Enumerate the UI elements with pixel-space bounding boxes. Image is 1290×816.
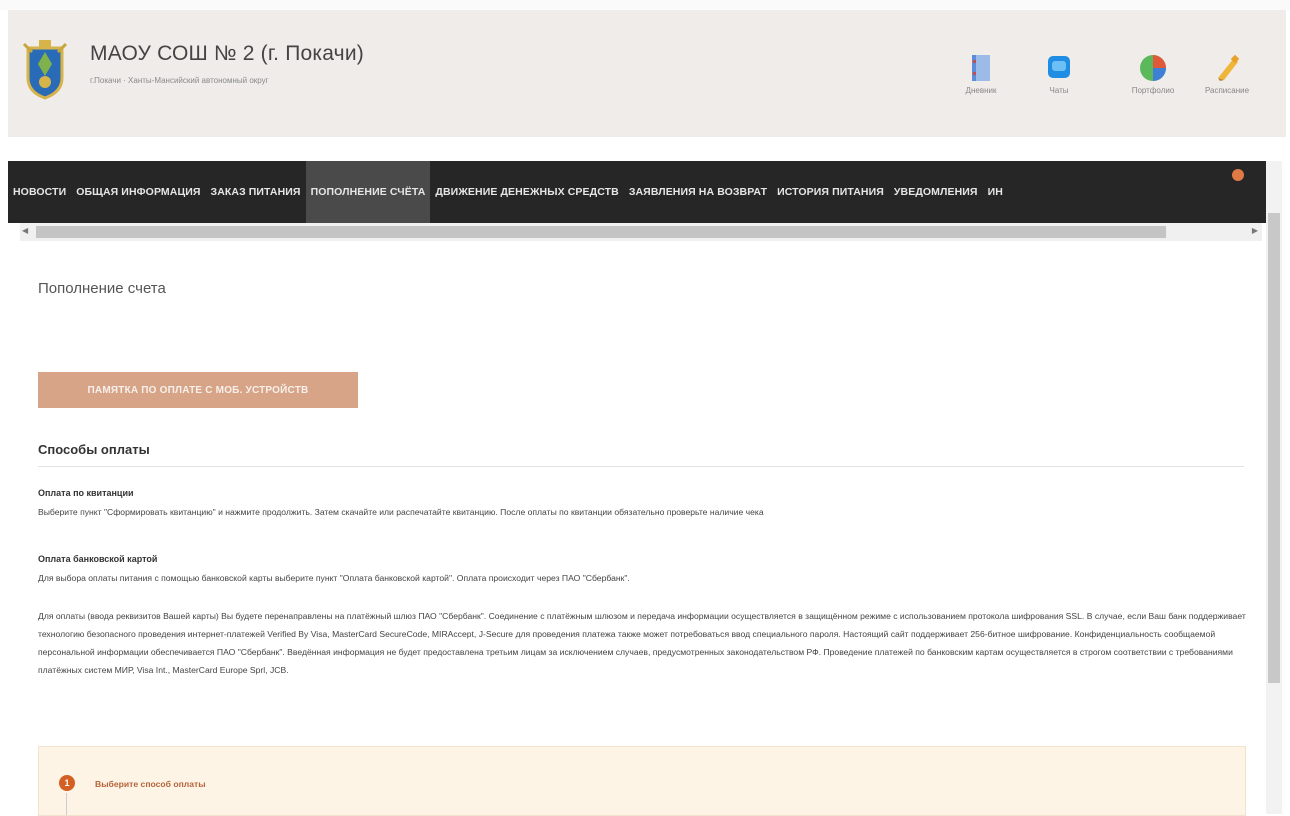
- nav-account-topup[interactable]: ПОПОЛНЕНИЕ СЧЁТА: [305, 161, 431, 223]
- scroll-right-arrow-icon[interactable]: ▶: [1252, 226, 1258, 235]
- security-info-text: Для оплаты (ввода реквизитов Вашей карты…: [38, 611, 1246, 675]
- diary-icon: [972, 55, 990, 81]
- header-link-portfolio[interactable]: Портфолио: [1118, 54, 1188, 95]
- school-location: г.Покачи · Ханты-Мансийский автономный о…: [90, 76, 269, 85]
- horizontal-scroll-thumb[interactable]: [36, 226, 1166, 238]
- chat-icon: [1048, 56, 1070, 78]
- payment-methods-heading: Способы оплаты: [38, 442, 150, 457]
- nav-news[interactable]: НОВОСТИ: [8, 161, 71, 223]
- site-header: МАОУ СОШ № 2 (г. Покачи) г.Покачи · Хант…: [8, 10, 1286, 137]
- header-link-schedule[interactable]: Расписание: [1192, 54, 1262, 95]
- portfolio-icon: [1140, 55, 1166, 81]
- step-connector-line: [66, 793, 67, 815]
- step-choose-payment-label: Выберите способ оплаты: [95, 779, 206, 789]
- coat-of-arms-logo: [22, 40, 68, 100]
- page-vertical-scrollbar[interactable]: [1266, 161, 1282, 814]
- nav-notifications[interactable]: УВЕДОМЛЕНИЯ: [889, 161, 983, 223]
- card-payment-text: Для выбора оплаты питания с помощью банк…: [38, 573, 630, 583]
- top-strip: [0, 0, 1290, 10]
- receipt-payment-text: Выберите пункт "Сформировать квитанцию" …: [38, 507, 764, 517]
- nav-meal-order[interactable]: ЗАКАЗ ПИТАНИЯ: [206, 161, 306, 223]
- vertical-scroll-thumb[interactable]: [1268, 213, 1280, 683]
- page-title: Пополнение счета: [38, 280, 166, 297]
- nav-general-info[interactable]: ОБЩАЯ ИНФОРМАЦИЯ: [71, 161, 205, 223]
- card-payment-heading: Оплата банковской картой: [38, 554, 158, 564]
- nav-meal-history[interactable]: ИСТОРИЯ ПИТАНИЯ: [772, 161, 889, 223]
- nav-more-truncated[interactable]: ИН: [983, 161, 1008, 223]
- portfolio-label: Портфолио: [1131, 86, 1175, 95]
- nav-refund-requests[interactable]: ЗАЯВЛЕНИЯ НА ВОЗВРАТ: [624, 161, 772, 223]
- mobile-payment-memo-button[interactable]: ПАМЯТКА ПО ОПЛАТЕ С МОБ. УСТРОЙСТВ: [38, 372, 358, 408]
- chats-label: Чаты: [1049, 86, 1069, 95]
- step-number-badge: 1: [59, 775, 75, 791]
- diary-label: Дневник: [965, 86, 997, 95]
- payment-steps-panel: 1 Выберите способ оплаты: [38, 746, 1246, 816]
- nav-money-flow[interactable]: ДВИЖЕНИЕ ДЕНЕЖНЫХ СРЕДСТВ: [430, 161, 623, 223]
- notifications-badge: [1232, 169, 1244, 181]
- section-divider: [38, 466, 1244, 467]
- header-link-chats[interactable]: Чаты: [1024, 54, 1094, 95]
- main-navigation: НОВОСТИ ОБЩАЯ ИНФОРМАЦИЯ ЗАКАЗ ПИТАНИЯ ПОПО…: [8, 161, 1266, 223]
- nav-horizontal-scrollbar[interactable]: ◀ ▶: [20, 223, 1262, 241]
- header-link-diary[interactable]: Дневник: [946, 54, 1016, 95]
- schedule-label: Расписание: [1204, 86, 1250, 95]
- scroll-left-arrow-icon[interactable]: ◀: [22, 226, 28, 235]
- schedule-icon: [1218, 54, 1240, 81]
- receipt-payment-heading: Оплата по квитанции: [38, 488, 134, 498]
- school-name[interactable]: МАОУ СОШ № 2 (г. Покачи): [90, 42, 364, 66]
